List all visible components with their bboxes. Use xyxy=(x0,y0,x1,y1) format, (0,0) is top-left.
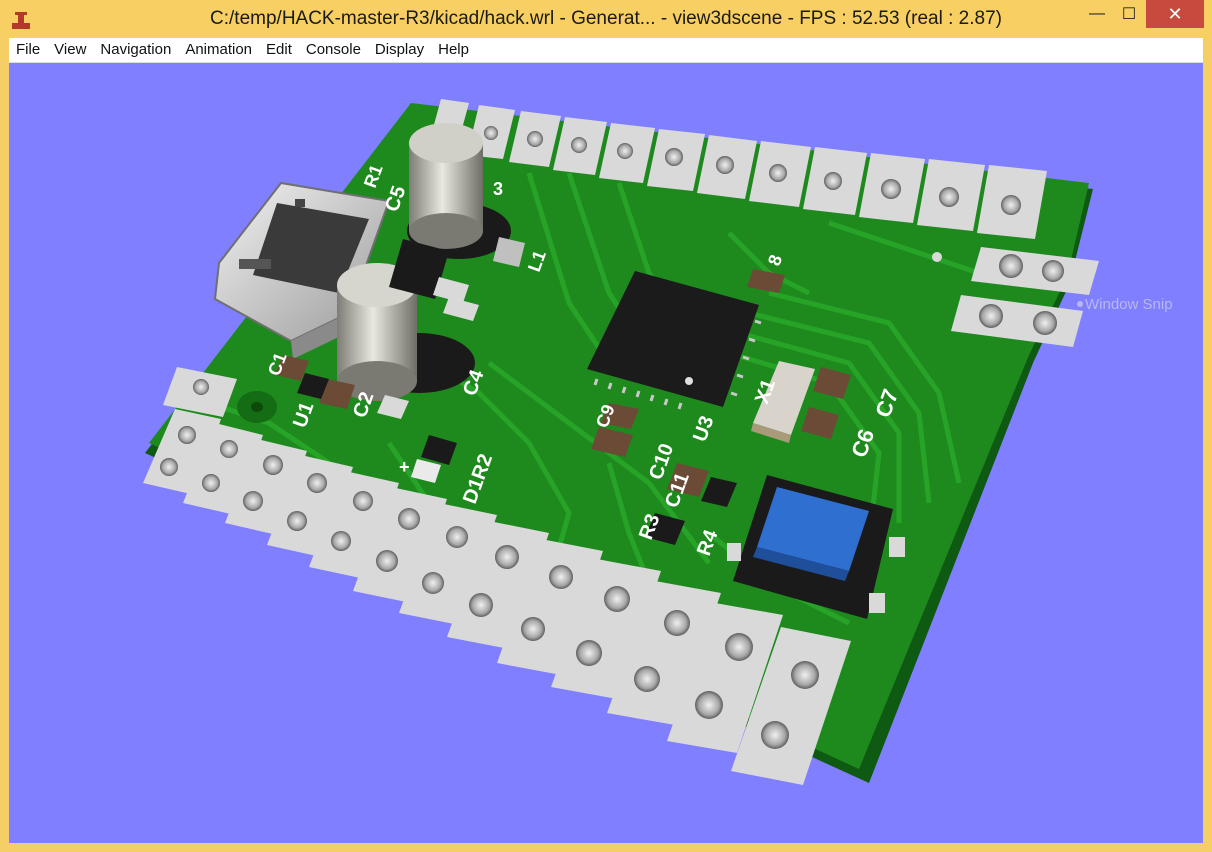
menu-help[interactable]: Help xyxy=(431,38,476,62)
menu-view[interactable]: View xyxy=(47,38,93,62)
menu-bar: File View Navigation Animation Edit Cons… xyxy=(9,38,1203,63)
app-window: C:/temp/HACK-master-R3/kicad/hack.wrl - … xyxy=(0,0,1212,852)
3d-viewport[interactable]: C5 R1 3 L1 8 C4 C2 U1 C1 C9 C10 C11 U3 X… xyxy=(9,63,1203,843)
menu-display[interactable]: Display xyxy=(368,38,431,62)
label-c3: 3 xyxy=(493,179,503,199)
close-button[interactable]: ✕ xyxy=(1146,0,1204,28)
window-snip-overlay: Window Snip xyxy=(1085,296,1173,313)
title-bar[interactable]: C:/temp/HACK-master-R3/kicad/hack.wrl - … xyxy=(0,0,1212,38)
label-plus: + xyxy=(399,457,410,477)
menu-animation[interactable]: Animation xyxy=(178,38,259,62)
minimize-button[interactable]: — xyxy=(1082,0,1112,28)
menu-navigation[interactable]: Navigation xyxy=(93,38,178,62)
pcb-3d-render: C5 R1 3 L1 8 C4 C2 U1 C1 C9 C10 C11 U3 X… xyxy=(143,99,1099,785)
window-title: C:/temp/HACK-master-R3/kicad/hack.wrl - … xyxy=(210,8,1002,29)
maximize-button[interactable]: ☐ xyxy=(1114,0,1144,28)
menu-edit[interactable]: Edit xyxy=(259,38,299,62)
window-snip-icon xyxy=(1077,301,1083,307)
menu-file[interactable]: File xyxy=(9,38,47,62)
menu-console[interactable]: Console xyxy=(299,38,368,62)
